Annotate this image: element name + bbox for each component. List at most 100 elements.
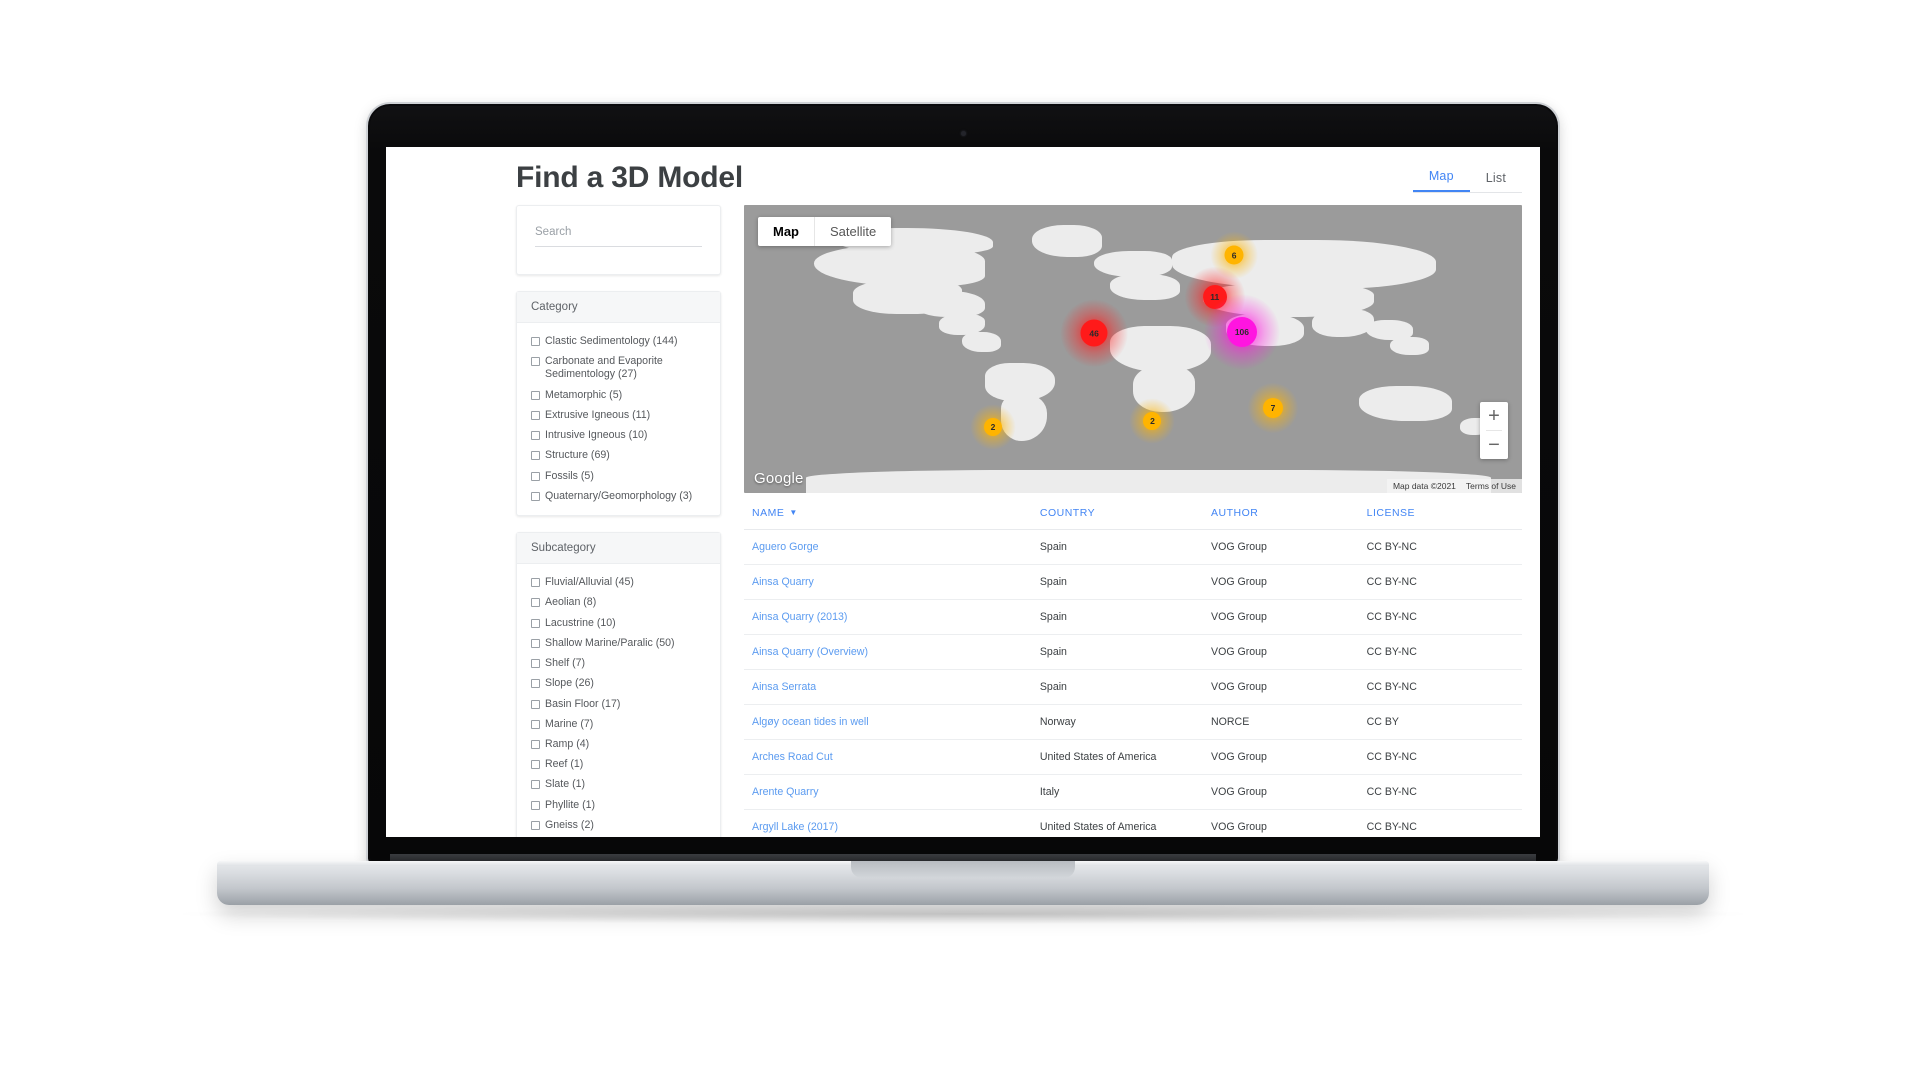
map-cluster-marker[interactable]: 2 [970, 404, 1016, 450]
checkbox-icon[interactable] [531, 578, 540, 588]
checkbox-icon[interactable] [531, 760, 540, 770]
subcategory-option[interactable]: Fluvial/Alluvial (45) [531, 576, 706, 589]
subcategory-option[interactable]: Aeolian (8) [531, 596, 706, 609]
map-cluster-marker[interactable]: 106 [1204, 294, 1280, 370]
subcategory-option[interactable]: Lacustrine (10) [531, 617, 706, 630]
checkbox-icon[interactable] [531, 337, 540, 346]
subcategory-option[interactable]: Phyllite (1) [531, 799, 706, 812]
checkbox-icon[interactable] [531, 357, 540, 367]
subcategory-option-label: Ramp (4) [545, 737, 590, 750]
model-link[interactable]: Arches Road Cut [752, 751, 833, 763]
model-link[interactable]: Algøy ocean tides in well [752, 716, 869, 728]
checkbox-icon[interactable] [531, 739, 540, 749]
cell-author: VOG Group [1203, 599, 1359, 635]
tab-list[interactable]: List [1470, 167, 1522, 192]
checkbox-icon[interactable] [531, 598, 540, 608]
map-cluster-marker[interactable]: 46 [1060, 299, 1128, 367]
checkbox-icon[interactable] [531, 820, 540, 830]
table-row[interactable]: Argyll Lake (2017) United States of Ameri… [744, 809, 1522, 837]
table-row[interactable]: Arches Road Cut United States of America V… [744, 739, 1522, 775]
column-header-author[interactable]: AUTHOR [1203, 493, 1359, 530]
category-option[interactable]: Fossils (5) [531, 470, 706, 483]
cell-name: Arente Quarry [744, 774, 1032, 810]
laptop-shadow [183, 904, 1743, 924]
table-row[interactable]: Aguero Gorge Spain VOG Group CC BY-NC [744, 529, 1522, 565]
results-column: Map Satellite + − Google Map data ©2021 … [744, 205, 1522, 837]
category-option[interactable]: Structure (69) [531, 449, 706, 462]
cell-name: Ainsa Quarry [744, 564, 1032, 600]
category-option[interactable]: Quaternary/Geomorphology (3) [531, 490, 706, 503]
checkbox-icon[interactable] [531, 719, 540, 729]
search-card [516, 205, 721, 275]
map-type-map-button[interactable]: Map [758, 217, 814, 246]
map-cluster-marker[interactable]: 7 [1248, 383, 1299, 434]
subcategory-option[interactable]: Slate (1) [531, 778, 706, 791]
table-row[interactable]: Ainsa Quarry (2013) Spain VOG Group CC BY-N… [744, 599, 1522, 635]
model-link[interactable]: Ainsa Serrata [752, 681, 816, 693]
checkbox-icon[interactable] [531, 491, 540, 501]
search-input[interactable] [535, 224, 702, 247]
subcategory-option[interactable]: Shelf (7) [531, 657, 706, 670]
category-option[interactable]: Metamorphic (5) [531, 389, 706, 402]
category-filter-title: Category [517, 292, 720, 323]
checkbox-icon[interactable] [531, 410, 540, 420]
map-canvas[interactable]: Map Satellite + − Google Map data ©2021 … [744, 205, 1522, 493]
table-row[interactable]: Algøy ocean tides in well Norway NORCE CC B… [744, 704, 1522, 740]
subcategory-option[interactable]: Gneiss (2) [531, 819, 706, 832]
checkbox-icon[interactable] [531, 618, 540, 628]
cell-author: VOG Group [1203, 774, 1359, 810]
cell-author: VOG Group [1203, 809, 1359, 837]
subcategory-option[interactable]: Basin Floor (17) [531, 698, 706, 711]
map-landmass [1031, 225, 1102, 257]
cell-license: CC BY-NC [1358, 564, 1522, 600]
checkbox-icon[interactable] [531, 679, 540, 689]
table-row[interactable]: Ainsa Serrata Spain VOG Group CC BY-NC [744, 669, 1522, 705]
category-option[interactable]: Intrusive Igneous (10) [531, 429, 706, 442]
tab-map[interactable]: Map [1412, 165, 1470, 192]
model-link[interactable]: Arente Quarry [752, 786, 819, 798]
zoom-in-icon[interactable]: + [1480, 402, 1508, 430]
checkbox-icon[interactable] [531, 451, 540, 461]
map-type-satellite-button[interactable]: Satellite [815, 217, 891, 246]
model-link[interactable]: Aguero Gorge [752, 541, 819, 553]
checkbox-icon[interactable] [531, 780, 540, 790]
table-row[interactable]: Arente Quarry Italy VOG Group CC BY-NC [744, 774, 1522, 810]
cell-country: Spain [1031, 634, 1204, 670]
column-header-license[interactable]: LICENSE [1358, 493, 1522, 530]
cell-author: VOG Group [1203, 739, 1359, 775]
category-filter-list: Clastic Sedimentology (144) Carbonate an… [517, 323, 720, 515]
subcategory-filter-card: Subcategory Fluvial/Alluvial (45) Aeolia… [516, 532, 721, 837]
column-header-country[interactable]: COUNTRY [1031, 493, 1204, 530]
map-cluster-marker[interactable]: 2 [1129, 398, 1175, 444]
model-link[interactable]: Ainsa Quarry [752, 576, 814, 588]
table-row[interactable]: Ainsa Quarry Spain VOG Group CC BY-NC [744, 564, 1522, 600]
category-option[interactable]: Carbonate and Evaporite Sedimentology (2… [531, 355, 706, 381]
checkbox-icon[interactable] [531, 390, 540, 400]
checkbox-icon[interactable] [531, 659, 540, 669]
subcategory-option[interactable]: Slope (26) [531, 677, 706, 690]
terms-of-use-link[interactable]: Terms of Use [1466, 481, 1516, 491]
map-cluster-marker[interactable]: 6 [1210, 231, 1258, 280]
category-option-label: Fossils (5) [545, 469, 594, 482]
subcategory-option[interactable]: Ramp (4) [531, 738, 706, 751]
table-row[interactable]: Ainsa Quarry (Overview) Spain VOG Group CC … [744, 634, 1522, 670]
zoom-out-icon[interactable]: − [1480, 431, 1508, 459]
checkbox-icon[interactable] [531, 800, 540, 810]
map-landmass [1109, 274, 1180, 301]
checkbox-icon[interactable] [531, 638, 540, 648]
category-option-label: Quaternary/Geomorphology (3) [545, 489, 693, 502]
category-option[interactable]: Clastic Sedimentology (144) [531, 335, 706, 348]
checkbox-icon[interactable] [531, 431, 540, 441]
model-link[interactable]: Ainsa Quarry (2013) [752, 611, 847, 623]
checkbox-icon[interactable] [531, 471, 540, 481]
subcategory-option[interactable]: Shallow Marine/Paralic (50) [531, 637, 706, 650]
model-link[interactable]: Argyll Lake (2017) [752, 821, 838, 833]
subcategory-option[interactable]: Marine (7) [531, 718, 706, 731]
subcategory-option-label: Aeolian (8) [545, 596, 597, 609]
subcategory-option[interactable]: Reef (1) [531, 758, 706, 771]
table-header-row: NAME ▼ COUNTRY AUTHOR LICENSE [744, 493, 1522, 530]
column-header-name[interactable]: NAME ▼ [744, 493, 1032, 530]
category-option[interactable]: Extrusive Igneous (11) [531, 409, 706, 422]
checkbox-icon[interactable] [531, 699, 540, 709]
model-link[interactable]: Ainsa Quarry (Overview) [752, 646, 868, 658]
